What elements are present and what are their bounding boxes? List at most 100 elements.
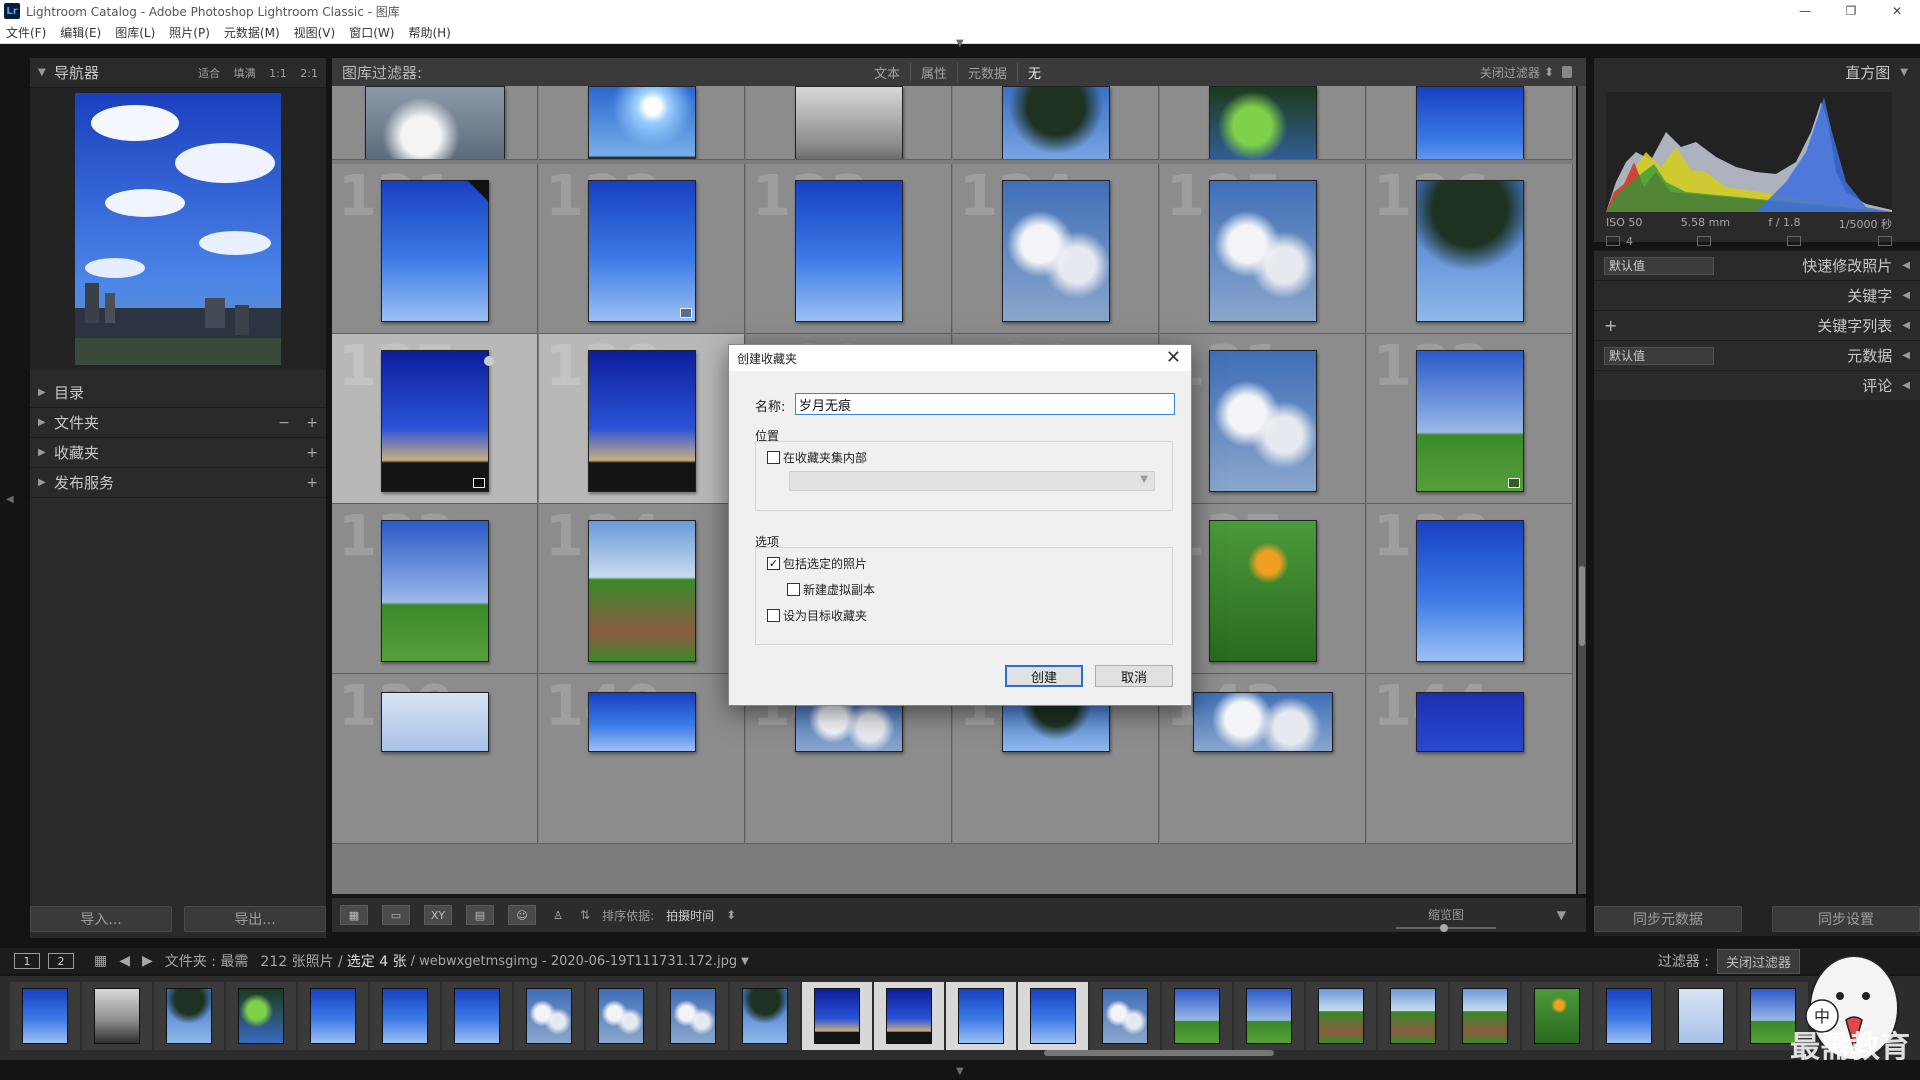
compare-view-icon[interactable]: XY xyxy=(424,905,452,925)
add-collection-button[interactable]: + xyxy=(306,445,318,461)
filmstrip-thumbnail[interactable] xyxy=(874,982,944,1050)
filter-tab-metadata[interactable]: 元数据 xyxy=(958,62,1019,82)
top-panel-toggle-icon[interactable]: ▼ xyxy=(956,38,964,49)
filmstrip-scrollbar-thumb[interactable] xyxy=(1044,1050,1274,1056)
keyword-list-header[interactable]: + 关键字列表 ◀ xyxy=(1594,310,1920,340)
menu-window[interactable]: 窗口(W) xyxy=(349,24,394,41)
photo-thumbnail[interactable] xyxy=(1416,86,1524,159)
import-button[interactable]: 导入... xyxy=(30,906,172,932)
photo-thumbnail[interactable] xyxy=(588,692,696,752)
photo-thumbnail[interactable] xyxy=(381,692,489,752)
include-selected-checkbox[interactable]: ✓ 包括选定的照片 xyxy=(767,555,867,572)
selection-badge-icon[interactable] xyxy=(484,356,494,366)
photo-thumbnail[interactable] xyxy=(795,86,903,159)
grid-cell[interactable] xyxy=(1160,86,1366,160)
photo-thumbnail[interactable] xyxy=(1209,520,1317,662)
filmstrip-thumbnail[interactable] xyxy=(1666,982,1736,1050)
filmstrip-filter-select[interactable]: 关闭过滤器 xyxy=(1716,948,1800,974)
publish-services-header[interactable]: ▶ 发布服务 + xyxy=(30,468,326,498)
create-button[interactable]: 创建 xyxy=(1005,665,1083,687)
photo-thumbnail[interactable] xyxy=(588,180,696,322)
photo-thumbnail[interactable] xyxy=(365,86,505,159)
left-panel-toggle-icon[interactable]: ◀ xyxy=(6,494,14,505)
grid-cell[interactable]: 138 xyxy=(1367,504,1573,674)
filmstrip-thumbnail[interactable] xyxy=(946,982,1016,1050)
remove-folder-button[interactable]: − xyxy=(278,415,290,431)
grid-cell[interactable] xyxy=(332,86,538,160)
photo-thumbnail[interactable] xyxy=(588,86,696,159)
grid-cell[interactable]: 123 xyxy=(746,164,952,334)
grid-cell[interactable]: 121 xyxy=(332,164,538,334)
zoom-2-1[interactable]: 2:1 xyxy=(300,67,318,80)
inside-collection-set-checkbox[interactable]: 在收藏夹集内部 xyxy=(767,449,867,466)
photo-thumbnail[interactable] xyxy=(1193,692,1333,752)
grid-cell[interactable]: 125 xyxy=(1160,164,1366,334)
export-button[interactable]: 导出... xyxy=(184,906,326,932)
minimize-button[interactable]: — xyxy=(1782,0,1828,22)
sync-metadata-button[interactable]: 同步元数据 xyxy=(1594,906,1742,932)
filmstrip-thumbnail[interactable] xyxy=(1090,982,1160,1050)
folders-header[interactable]: ▶ 文件夹 − + xyxy=(30,408,326,438)
menu-edit[interactable]: 编辑(E) xyxy=(60,24,101,41)
photo-thumbnail[interactable] xyxy=(381,350,489,492)
people-view-icon[interactable]: ☺ xyxy=(508,905,536,925)
photo-thumbnail[interactable] xyxy=(1416,692,1524,752)
virtual-copies-box[interactable] xyxy=(787,583,800,596)
metadata-preset-select[interactable]: 默认值 xyxy=(1604,346,1714,365)
sort-direction-icon[interactable]: ⇅ xyxy=(580,908,590,922)
histogram-header[interactable]: 直方图 ▼ xyxy=(1594,58,1920,86)
bottom-panel-toggle-icon[interactable]: ▼ xyxy=(956,1066,964,1077)
secondary-monitor-button[interactable]: 2 xyxy=(48,953,74,969)
grid-cell[interactable]: 133 xyxy=(332,504,538,674)
grid-cell[interactable]: 122 xyxy=(539,164,745,334)
filmstrip-thumbnail[interactable] xyxy=(298,982,368,1050)
metadata-header[interactable]: 默认值 元数据 ◀ xyxy=(1594,340,1920,370)
filter-tab-attribute[interactable]: 属性 xyxy=(911,62,959,82)
collections-header[interactable]: ▶ 收藏夹 + xyxy=(30,438,326,468)
dialog-close-icon[interactable]: ✕ xyxy=(1166,347,1181,368)
filmstrip-thumbnail[interactable] xyxy=(730,982,800,1050)
grid-cell[interactable] xyxy=(539,86,745,160)
filmstrip-thumbnail[interactable] xyxy=(1234,982,1304,1050)
virtual-copies-checkbox[interactable]: 新建虚拟副本 xyxy=(787,581,875,598)
add-keyword-button[interactable]: + xyxy=(1604,316,1617,335)
photo-thumbnail[interactable] xyxy=(1002,86,1110,159)
grid-cell[interactable]: 128 xyxy=(539,334,745,504)
set-target-collection-checkbox[interactable]: 设为目标收藏夹 xyxy=(767,607,867,624)
filmstrip-thumbnail[interactable] xyxy=(1018,982,1088,1050)
survey-view-icon[interactable]: ▤ xyxy=(466,905,494,925)
tone-icon[interactable] xyxy=(1877,236,1892,246)
grid-view-icon[interactable]: ▦ xyxy=(340,905,368,925)
filmstrip-thumbnail[interactable] xyxy=(154,982,224,1050)
back-arrow-icon[interactable]: ◀ xyxy=(119,953,130,969)
filter-preset-dropdown[interactable]: 关闭过滤器 ⬍ xyxy=(1480,64,1572,81)
add-folder-button[interactable]: + xyxy=(306,415,318,431)
grid-cell[interactable] xyxy=(746,86,952,160)
filmstrip-thumbnail[interactable] xyxy=(1594,982,1664,1050)
menu-metadata[interactable]: 元数据(M) xyxy=(224,24,280,41)
comments-header[interactable]: 评论 ◀ xyxy=(1594,370,1920,400)
sort-value[interactable]: 拍摄时间 xyxy=(666,907,714,924)
navigator-preview[interactable] xyxy=(30,88,326,370)
original-photo-icon[interactable] xyxy=(1606,236,1620,246)
photo-thumbnail[interactable] xyxy=(1209,86,1317,159)
forward-arrow-icon[interactable]: ▶ xyxy=(142,953,153,969)
filmstrip-thumbnail[interactable] xyxy=(1450,982,1520,1050)
catalog-header[interactable]: ▶ 目录 xyxy=(30,378,326,408)
menu-view[interactable]: 视图(V) xyxy=(294,24,336,41)
slider-knob[interactable] xyxy=(1440,924,1448,932)
photo-thumbnail[interactable] xyxy=(1002,180,1110,322)
filmstrip-thumbnail[interactable] xyxy=(82,982,152,1050)
loupe-view-icon[interactable]: ▭ xyxy=(382,905,410,925)
thumbnail-size-slider[interactable]: 缩览图 xyxy=(1396,906,1496,932)
filter-tab-text[interactable]: 文本 xyxy=(864,62,912,82)
photo-thumbnail[interactable] xyxy=(795,180,903,322)
include-selected-box[interactable]: ✓ xyxy=(767,557,780,570)
filmstrip[interactable] xyxy=(0,976,1920,1060)
menu-photo[interactable]: 照片(P) xyxy=(169,24,210,41)
menu-help[interactable]: 帮助(H) xyxy=(408,24,450,41)
keywording-header[interactable]: 关键字 ◀ xyxy=(1594,280,1920,310)
grid-cell[interactable]: 124 xyxy=(953,164,1159,334)
grid-scrollbar-thumb[interactable] xyxy=(1579,566,1585,646)
add-publish-service-button[interactable]: + xyxy=(306,475,318,491)
